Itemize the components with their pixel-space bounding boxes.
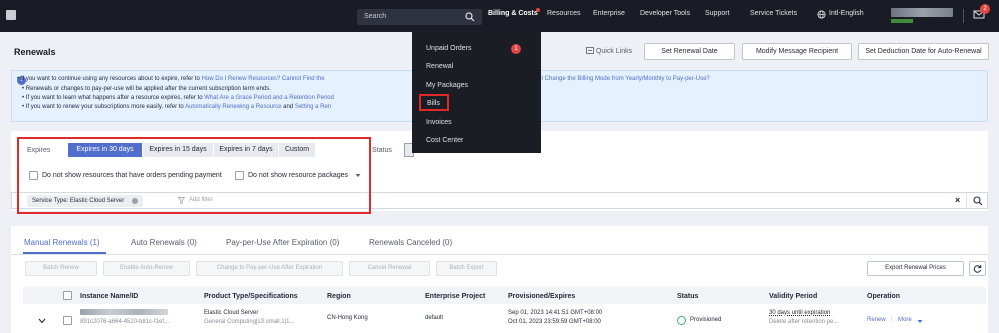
top-nav-bar: Search Billing & Costs Resources Enterpr… [0,0,999,32]
quick-links-link[interactable]: Quick Links [586,47,632,55]
cancel-renewal-button[interactable]: Cancel Renewal [349,261,430,276]
info-line: • If you want to continue using any reso… [17,76,325,82]
validity-value[interactable]: 30 days until expiration [769,310,830,316]
search-icon[interactable] [973,196,983,206]
column-status: Status [677,293,699,300]
product-type: Elastic Cloud Server [204,310,259,316]
batch-export-button[interactable]: Batch Export [436,261,497,276]
table-header [23,287,986,304]
message-count-badge: 2 [980,4,990,14]
account-badge [891,19,913,23]
globe-icon [817,10,826,19]
column-provisioned-expires: Provisioned/Expires [508,293,576,300]
column-enterprise-project: Enterprise Project [425,293,486,300]
info-link[interactable]: Automatically Renewing a Resource [185,104,281,110]
divider [966,193,967,208]
tab-renewals-canceled[interactable]: Renewals Canceled (0) [369,238,452,247]
menu-item-my-packages[interactable]: My Packages [426,82,468,89]
divider [963,9,964,23]
unpaid-orders-badge: 1 [511,44,521,54]
set-renewal-date-button[interactable]: Set Renewal Date [644,43,735,60]
enterprise-project-value: default [425,315,444,321]
change-to-pay-per-use-button[interactable]: Change to Pay-per-Use After Expiration [196,261,343,276]
nav-developer-tools[interactable]: Developer Tools [640,10,690,17]
chevron-down-icon[interactable] [917,319,923,324]
search-placeholder: Search [364,13,387,20]
menu-item-unpaid-orders[interactable]: Unpaid Orders [426,45,472,52]
nav-resources[interactable]: Resources [547,10,580,17]
nav-support[interactable]: Support [705,10,730,17]
nav-service-tickets[interactable]: Service Tickets [750,10,797,17]
status-value: Provisioned [690,317,722,323]
nav-billing-costs[interactable]: Billing & Costs [488,10,538,17]
search-icon[interactable] [465,11,475,23]
billing-notification-dot [536,8,540,12]
set-deduction-date-button[interactable]: Set Deduction Date for Auto-Renewal [858,43,989,60]
provisioned-time: Sep 01, 2023 14:41:51 GMT+08:00 [508,310,603,316]
page-title: Renewals [14,47,56,57]
row-checkbox[interactable] [63,316,72,325]
validity-sub-value: Delete after retention pe... [769,319,839,325]
export-renewal-prices-button[interactable]: Export Renewal Prices [867,261,964,276]
renew-link[interactable]: Renew [867,317,886,323]
tab-divider [11,254,988,255]
provisioned-status-icon [677,316,686,325]
info-link[interactable]: What Are a Grace Period and a Retention … [204,95,334,101]
expand-row-chevron-icon[interactable] [38,318,46,324]
info-line: • If you want to learn what happens afte… [22,95,334,101]
info-link[interactable]: Setting a Ren [295,104,331,110]
active-tab-indicator [23,252,106,254]
info-line: • If you want to renew your subscription… [22,104,332,110]
highlight-box-bills [419,94,449,111]
expires-time: Oct 01, 2023 23:59:59 GMT+08:00 [508,319,601,325]
more-dropdown-link[interactable]: More [898,317,912,323]
console-logo[interactable] [6,10,16,20]
nav-language[interactable]: Intl-English [829,10,864,17]
quick-links-label: Quick Links [595,48,633,55]
info-line: • Renewals or changes to pay-per-use wil… [22,86,271,92]
operation-divider: | [891,316,893,322]
info-line-continued: lo I Change the Billing Mode from Yearly… [535,76,710,82]
tab-pay-per-use-after-expiration[interactable]: Pay-per-Use After Expiration (0) [226,238,339,247]
region-value: CN-Hong Kong [327,315,368,321]
enable-auto-renew-button[interactable]: Enable Auto-Renew [103,261,190,276]
search-input[interactable]: Search [357,9,482,25]
column-operation: Operation [867,293,901,300]
account-name[interactable] [891,8,953,17]
refresh-icon [973,264,982,273]
column-region: Region [327,293,351,300]
batch-renew-button[interactable]: Batch Renew [25,261,97,276]
highlight-box-filters [17,137,371,214]
quick-links-icon [586,47,594,54]
menu-item-cost-center[interactable]: Cost Center [426,137,463,144]
modify-message-recipient-button[interactable]: Modify Message Recipient [742,43,852,60]
info-link[interactable]: How Do I Renew Resources? Cannot Find th… [202,76,325,82]
column-product-type: Product Type/Specifications [204,293,298,300]
column-instance[interactable]: Instance Name/ID [80,293,138,300]
menu-item-invoices[interactable]: Invoices [426,119,452,126]
instance-name[interactable] [80,309,168,315]
tab-auto-renewals[interactable]: Auto Renewals (0) [131,238,197,247]
tab-manual-renewals[interactable]: Manual Renewals (1) [24,238,100,247]
info-link[interactable]: lo I Change the Billing Mode from Yearly… [535,76,710,82]
instance-id: 891c2076-a664-4520-b81c-f1ef... [80,319,170,325]
refresh-button[interactable] [969,261,986,276]
column-validity-period: Validity Period [769,293,818,300]
nav-enterprise[interactable]: Enterprise [593,10,625,17]
product-spec: General Computing|s3.small.1|1... [204,319,295,325]
clear-filter-icon[interactable]: × [955,195,960,205]
status-label: Status [372,147,392,154]
select-all-checkbox[interactable] [63,291,72,300]
menu-item-renewal[interactable]: Renewal [426,63,453,70]
